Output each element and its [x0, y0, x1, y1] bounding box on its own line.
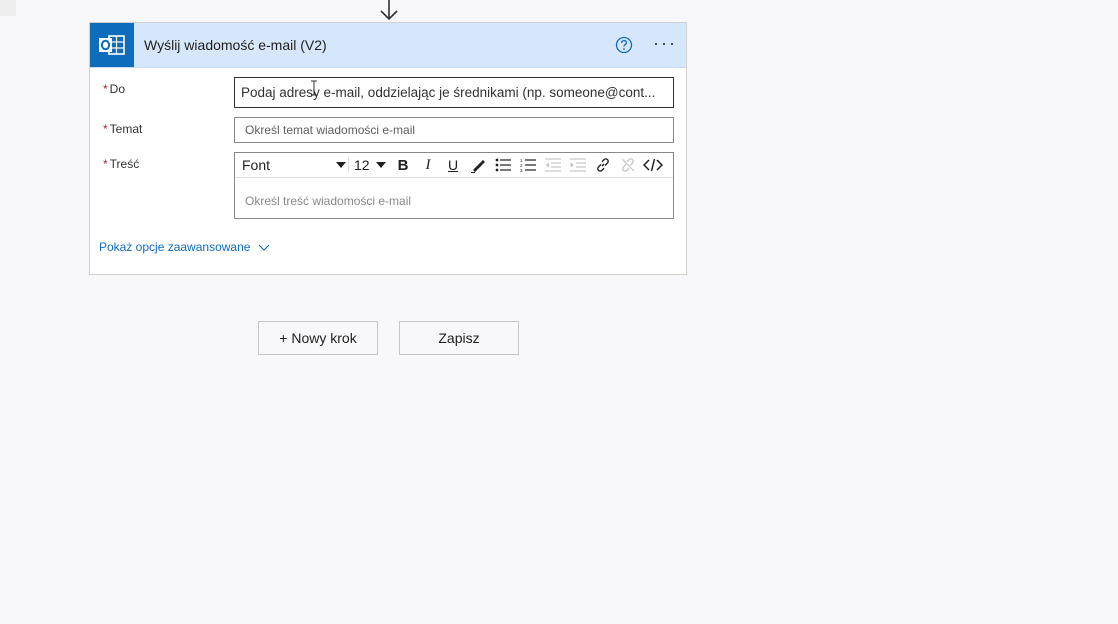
numbered-list-icon: 1 2 3: [520, 158, 536, 172]
svg-text:3: 3: [520, 168, 523, 172]
indent-icon: [570, 158, 586, 172]
font-select-value: Font: [242, 157, 271, 173]
outlook-icon: [90, 23, 134, 67]
arrow-down-icon: [380, 0, 398, 21]
chevron-down-icon: [376, 162, 386, 168]
subject-label: * Temat: [103, 122, 142, 136]
save-button[interactable]: Zapisz: [399, 321, 519, 355]
subject-placeholder: Określ temat wiadomości e-mail: [245, 123, 416, 137]
numbered-list-button[interactable]: 1 2 3: [518, 155, 538, 175]
required-mark: *: [103, 122, 108, 136]
required-mark: *: [103, 82, 108, 96]
chevron-down-icon: [336, 162, 346, 168]
to-label-text: Do: [109, 82, 126, 96]
font-select[interactable]: Font: [242, 155, 346, 175]
more-options-icon[interactable]: ···: [653, 34, 677, 54]
action-card: Wyślij wiadomość e-mail (V2) ··· * Do Pod…: [89, 22, 687, 275]
to-placeholder: Podaj adresy e-mail, oddzielając je śred…: [241, 85, 656, 100]
subject-input[interactable]: Określ temat wiadomości e-mail: [234, 117, 674, 143]
body-label-text: Treść: [109, 157, 140, 171]
to-label: * Do: [103, 82, 125, 96]
toolbar-divider: [348, 157, 349, 173]
remove-link-button[interactable]: [618, 155, 638, 175]
bullet-list-icon: [495, 158, 511, 172]
link-icon: [597, 158, 609, 172]
outdent-icon: [545, 158, 561, 172]
font-size-select[interactable]: 12: [354, 155, 386, 175]
chevron-down-icon: [259, 244, 270, 251]
highlight-button[interactable]: [468, 155, 488, 175]
insert-link-button[interactable]: [593, 155, 613, 175]
bold-button[interactable]: B: [393, 155, 413, 175]
decrease-indent-button[interactable]: [543, 155, 563, 175]
code-view-button[interactable]: [642, 155, 664, 175]
body-placeholder: Określ treść wiadomości e-mail: [245, 194, 412, 208]
corner-tab: [0, 0, 16, 16]
help-icon[interactable]: [615, 36, 633, 54]
italic-button[interactable]: I: [418, 155, 438, 175]
increase-indent-button[interactable]: [568, 155, 588, 175]
font-size-value: 12: [354, 157, 370, 173]
highlighter-icon: [471, 160, 485, 173]
editor-toolbar: Font 12 B I U 1 2 3: [235, 153, 673, 178]
new-step-button[interactable]: + Nowy krok: [258, 321, 378, 355]
to-input[interactable]: Podaj adresy e-mail, oddzielając je śred…: [234, 77, 674, 108]
code-icon: [643, 158, 663, 172]
required-mark: *: [103, 157, 108, 171]
text-cursor-icon: [311, 80, 317, 96]
card-title: Wyślij wiadomość e-mail (V2): [144, 37, 327, 53]
show-advanced-options-link[interactable]: Pokaż opcje zaawansowane: [99, 240, 270, 254]
unlink-icon: [621, 158, 635, 172]
card-header[interactable]: Wyślij wiadomość e-mail (V2) ···: [90, 23, 686, 68]
body-editor[interactable]: Font 12 B I U 1 2 3 Określ treść wiadomo…: [234, 152, 674, 219]
underline-button[interactable]: U: [443, 155, 463, 175]
body-label: * Treść: [103, 157, 139, 171]
subject-label-text: Temat: [109, 122, 143, 136]
bullet-list-button[interactable]: [493, 155, 513, 175]
advanced-link-text: Pokaż opcje zaawansowane: [99, 240, 251, 254]
